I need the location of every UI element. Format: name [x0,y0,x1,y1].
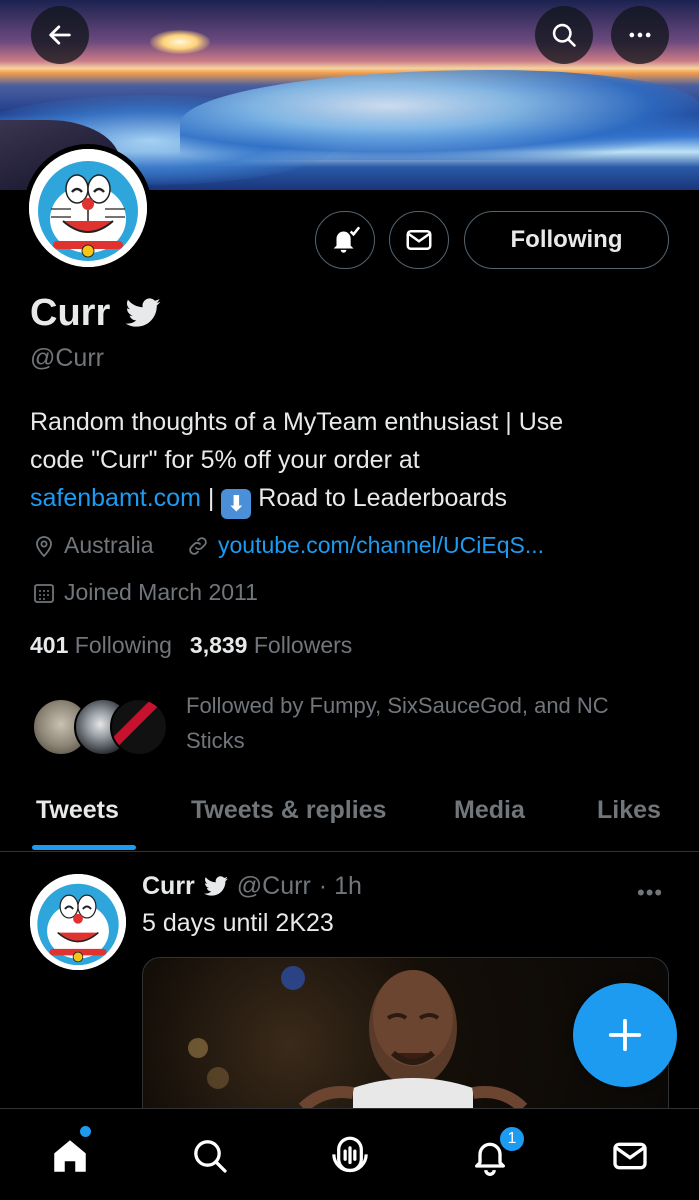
followers-count: 3,839 [189,632,248,658]
doraemon-avatar-image [30,874,126,970]
mail-icon [406,230,432,250]
following-label: Following [74,632,172,658]
tweet-text: 5 days until 2K23 [142,909,334,937]
plus-icon [608,1018,642,1052]
twitter-bird-icon [125,297,161,327]
profile-location: Australia [32,532,153,559]
joined-text: Joined March 2011 [64,579,258,605]
nav-home[interactable] [45,1131,95,1181]
profile-handle: @Curr [30,344,104,372]
bottom-navigation [0,1108,699,1200]
followers-count-link[interactable]: 3,839 Followers [190,632,352,659]
tweet-avatar[interactable] [30,874,126,970]
bio-line: code "Curr" for 5% off your order at [30,446,420,474]
search-button[interactable] [535,6,593,64]
follower-avatar[interactable] [110,698,168,756]
search-icon [552,23,576,47]
tab-media[interactable]: Media [454,796,525,825]
mail-icon [613,1142,647,1170]
more-horizontal-icon [629,32,651,38]
following-count-link[interactable]: 401 Following [30,632,172,659]
followers-label: Followers [253,632,353,658]
tab-likes[interactable]: Likes [597,796,661,825]
tab-tweets-replies[interactable]: Tweets & replies [191,796,386,825]
notifications-toggle-button[interactable] [315,211,375,269]
followed-by-text[interactable]: Followed by Fumpy, SixSauceGod, and NC S… [186,688,666,758]
calendar-icon [34,583,54,603]
tab-tweets[interactable]: Tweets [36,796,119,825]
profile-name-row: Curr [30,292,162,335]
bio-separator: | [200,484,222,512]
following-button-label: Following [510,226,623,253]
doraemon-avatar-image [29,149,147,267]
nav-messages[interactable] [605,1131,655,1181]
home-icon [54,1140,86,1172]
message-button[interactable] [389,211,449,269]
arrow-left-icon [49,25,71,45]
search-icon [194,1140,227,1173]
tweet-header: Curr @Curr · 1h [142,872,362,901]
link-icon [189,536,207,555]
down-arrow-emoji-icon: ⬇ [221,489,252,519]
banner-wave [180,70,699,160]
location-pin-icon [36,535,52,557]
back-button[interactable] [31,6,89,64]
following-button[interactable]: Following [464,211,669,269]
bell-check-icon [333,226,361,253]
notifications-badge: 1 [498,1125,526,1153]
tweet-more-button[interactable]: ••• [637,880,663,906]
nav-spaces[interactable] [325,1131,375,1181]
location-text: Australia [64,532,154,558]
home-unread-dot [80,1126,91,1137]
profile-joined: Joined March 2011 [32,579,258,606]
profile-tabs: Tweets Tweets & replies Media Likes [0,780,699,852]
compose-tweet-button[interactable] [573,983,677,1087]
bio-line: safenbamt.com | ⬇ Road to Leaderboards [30,479,670,519]
profile-website[interactable]: youtube.com/channel/UCiEqS... [186,532,544,559]
spaces-icon [332,1136,368,1173]
profile-name: Curr [30,292,111,334]
follow-counts: 401 Following 3,839 Followers [30,632,352,659]
nav-search[interactable] [185,1131,235,1181]
active-tab-indicator [32,845,136,850]
tweet-timestamp[interactable]: · 1h [319,872,362,901]
profile-avatar[interactable] [24,144,152,272]
bio-tail: Road to Leaderboards [251,484,508,512]
bio-line: Random thoughts of a MyTeam enthusiast |… [30,408,564,436]
tweet-author-handle[interactable]: @Curr [237,872,311,901]
following-count: 401 [30,632,69,658]
tweet-author-name[interactable]: Curr [142,872,195,901]
bio-link[interactable]: safenbamt.com [30,484,201,512]
twitter-bird-icon [203,875,228,896]
website-link[interactable]: youtube.com/channel/UCiEqS... [218,532,544,559]
profile-bio: Random thoughts of a MyTeam enthusiast |… [30,403,670,519]
more-button[interactable] [611,6,669,64]
banner-sun [150,30,210,54]
